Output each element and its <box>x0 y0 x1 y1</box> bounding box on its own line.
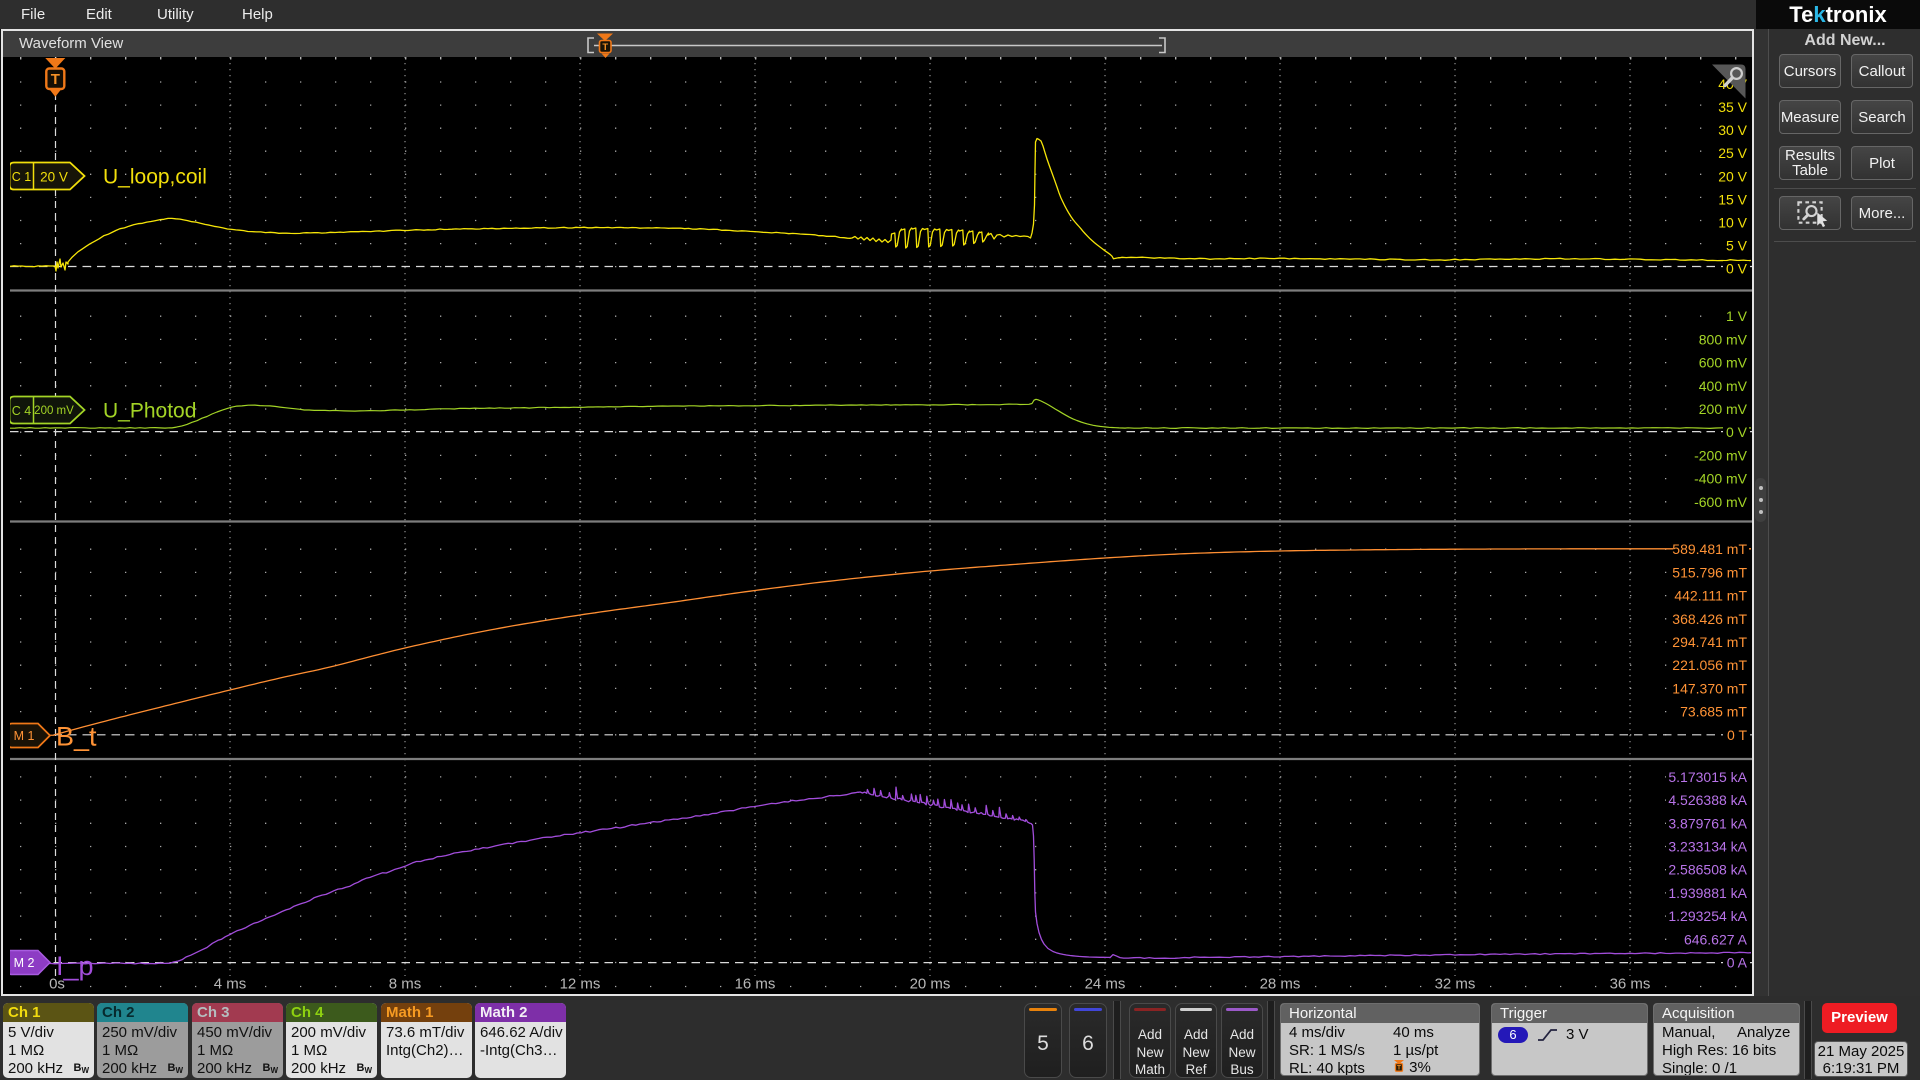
svg-text:28 ms: 28 ms <box>1260 976 1301 993</box>
svg-text:5.173015 kA: 5.173015 kA <box>1668 769 1747 785</box>
svg-text:24 ms: 24 ms <box>1085 976 1126 993</box>
svg-text:35 V: 35 V <box>1718 99 1747 115</box>
svg-text:T: T <box>602 42 608 53</box>
svg-text:400 mV: 400 mV <box>1699 378 1748 394</box>
svg-text:12 ms: 12 ms <box>560 976 601 993</box>
svg-text:3.233134 kA: 3.233134 kA <box>1668 839 1747 855</box>
svg-text:600 mV: 600 mV <box>1699 355 1748 371</box>
svg-text:4 ms: 4 ms <box>214 976 247 993</box>
svg-text:294.741 mT: 294.741 mT <box>1672 634 1747 650</box>
svg-text:1 V: 1 V <box>1726 308 1748 324</box>
svg-text:M 2: M 2 <box>14 956 35 970</box>
svg-text:B_t: B_t <box>56 722 97 752</box>
svg-text:-600 mV: -600 mV <box>1694 494 1748 510</box>
svg-text:221.056 mT: 221.056 mT <box>1672 657 1747 673</box>
svg-text:73.685 mT: 73.685 mT <box>1680 704 1747 720</box>
svg-text:-400 mV: -400 mV <box>1694 471 1748 487</box>
svg-text:I_p: I_p <box>56 951 94 981</box>
svg-text:442.111 mT: 442.111 mT <box>1674 588 1747 604</box>
svg-text:20 ms: 20 ms <box>910 976 951 993</box>
svg-text:368.426 mT: 368.426 mT <box>1672 611 1747 627</box>
svg-text:1.939881 kA: 1.939881 kA <box>1668 885 1747 901</box>
svg-text:515.796 mT: 515.796 mT <box>1672 564 1747 580</box>
svg-text:3.879761 kA: 3.879761 kA <box>1668 815 1747 831</box>
svg-text:147.370 mT: 147.370 mT <box>1672 680 1747 696</box>
svg-text:U_loop,coil: U_loop,coil <box>103 166 207 189</box>
svg-text:C 4: C 4 <box>12 404 32 418</box>
svg-text:0 A: 0 A <box>1727 955 1748 971</box>
svg-text:800 mV: 800 mV <box>1699 331 1748 347</box>
svg-text:1.293254 kA: 1.293254 kA <box>1668 908 1747 924</box>
svg-text:200 mV: 200 mV <box>34 405 74 417</box>
svg-text:0 V: 0 V <box>1726 424 1748 440</box>
svg-text:589.481 mT: 589.481 mT <box>1672 541 1747 557</box>
svg-text:10 V: 10 V <box>1718 215 1747 231</box>
svg-text:4.526388 kA: 4.526388 kA <box>1668 792 1747 808</box>
svg-text:0 T: 0 T <box>1727 727 1747 743</box>
svg-text:20 V: 20 V <box>40 169 68 184</box>
svg-text:36 ms: 36 ms <box>1610 976 1651 993</box>
svg-text:0 V: 0 V <box>1726 261 1748 277</box>
svg-text:-200 mV: -200 mV <box>1694 447 1748 463</box>
svg-text:C 1: C 1 <box>12 170 32 184</box>
svg-text:T: T <box>1397 1065 1401 1072</box>
svg-text:20 V: 20 V <box>1718 168 1747 184</box>
svg-text:5 V: 5 V <box>1726 238 1748 254</box>
svg-text:646.627 A: 646.627 A <box>1684 931 1748 947</box>
svg-text:U_Photod: U_Photod <box>103 400 196 423</box>
svg-text:200 mV: 200 mV <box>1699 401 1748 417</box>
svg-text:30 V: 30 V <box>1718 122 1747 138</box>
svg-text:15 V: 15 V <box>1718 191 1747 207</box>
svg-text:2.586508 kA: 2.586508 kA <box>1668 862 1747 878</box>
svg-text:M 1: M 1 <box>14 729 35 743</box>
svg-text:8 ms: 8 ms <box>389 976 422 993</box>
svg-text:T: T <box>51 71 60 88</box>
svg-text:16 ms: 16 ms <box>735 976 776 993</box>
svg-text:25 V: 25 V <box>1718 145 1747 161</box>
svg-text:32 ms: 32 ms <box>1435 976 1476 993</box>
